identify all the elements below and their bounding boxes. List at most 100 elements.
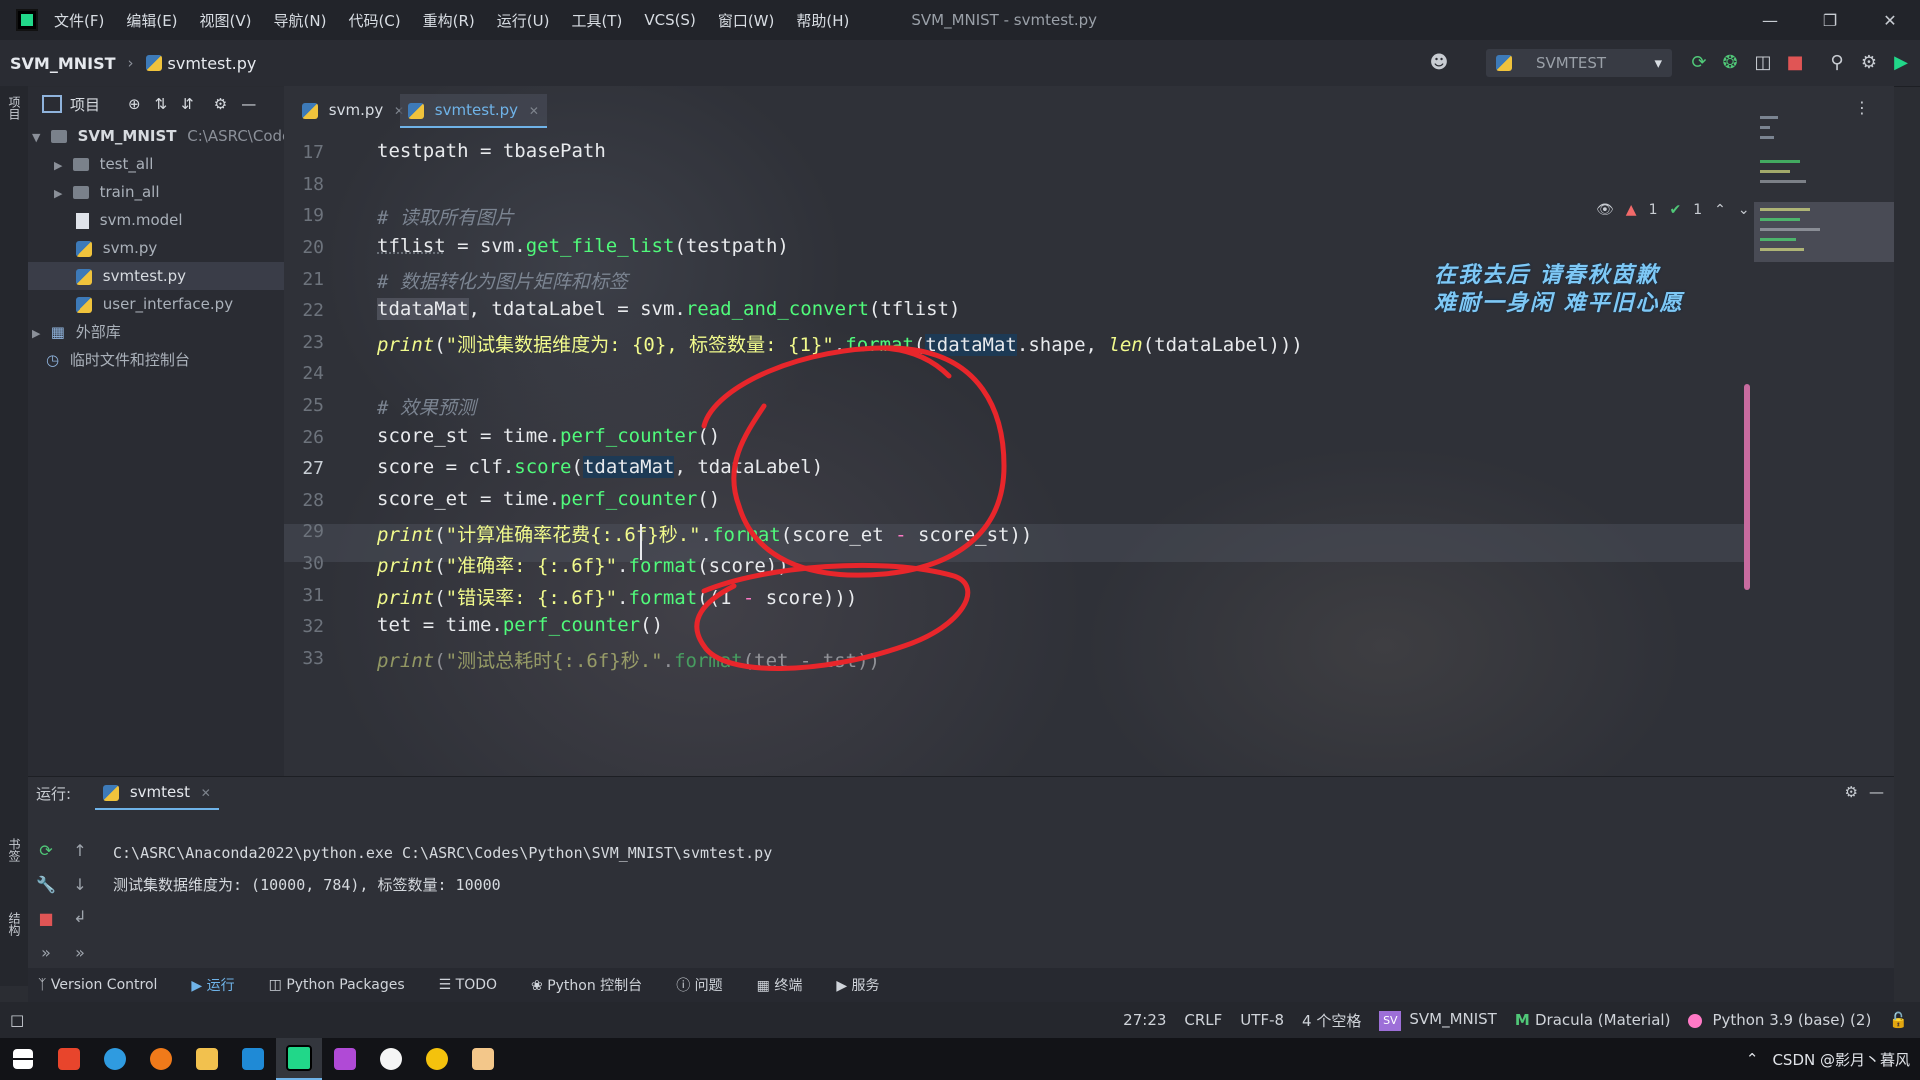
toggle-tool-windows-icon[interactable]: □ — [10, 1011, 24, 1029]
browser-icon[interactable] — [92, 1038, 138, 1080]
chrome-icon[interactable] — [414, 1038, 460, 1080]
project-tool-button[interactable]: 项目 — [6, 96, 23, 120]
inspection-widget[interactable]: 👁 ▲ 1 ✔ 1 ⌃ ⌄ — [1596, 202, 1750, 218]
rerun-icon[interactable]: ⟳ — [36, 841, 56, 861]
menu-view[interactable]: 视图(V) — [200, 10, 252, 31]
toolwindow-problems[interactable]: ⓘ 问题 — [676, 975, 722, 995]
user-icon[interactable]: ☻ — [1428, 52, 1450, 74]
tree-item-user-interface-py[interactable]: user_interface.py — [76, 290, 233, 318]
breadcrumb-file[interactable]: svmtest.py — [168, 54, 257, 73]
theme-widget[interactable]: M Dracula (Material) — [1515, 1011, 1671, 1029]
file-encoding[interactable]: UTF-8 — [1240, 1011, 1284, 1029]
rerun-icon[interactable]: ⟳ — [1688, 52, 1710, 74]
menu-run[interactable]: 运行(U) — [497, 10, 550, 31]
qq-icon[interactable] — [368, 1038, 414, 1080]
toolwindow-todo[interactable]: ☰ TODO — [439, 977, 497, 993]
tree-item-svm-py[interactable]: svm.py — [76, 234, 157, 262]
lock-icon[interactable]: 🔓 — [1889, 1011, 1908, 1029]
search-icon[interactable]: ⚲ — [1826, 52, 1848, 74]
vscode-icon[interactable] — [230, 1038, 276, 1080]
xmind-icon[interactable] — [46, 1038, 92, 1080]
soft-wrap-icon[interactable]: ↲ — [70, 907, 90, 927]
restore-button[interactable]: ❐ — [1800, 0, 1860, 40]
vertical-scrollbar[interactable] — [1744, 384, 1750, 590]
run-config-dropdown[interactable]: SVMTEST ▾ — [1486, 49, 1672, 77]
hide-panel-icon[interactable]: — — [241, 95, 256, 113]
menu-tools[interactable]: 工具(T) — [571, 10, 622, 31]
jetbrains-icon[interactable] — [322, 1038, 368, 1080]
tree-item-svm-model[interactable]: svm.model — [76, 206, 183, 234]
toolwindow-terminal[interactable]: ▦ 终端 — [757, 975, 803, 995]
reader-mode-icon[interactable]: 👁 — [1596, 202, 1614, 218]
menu-window[interactable]: 窗口(W) — [718, 10, 775, 31]
expand-all-icon[interactable]: ⇅ — [155, 95, 168, 113]
structure-tool-button[interactable]: 结构 — [6, 912, 23, 936]
menu-help[interactable]: 帮助(H) — [796, 10, 849, 31]
breadcrumb-project[interactable]: SVM_MNIST — [10, 54, 116, 73]
jetbrains-toolbox-icon[interactable]: ▶ — [1890, 52, 1912, 74]
code-editor[interactable]: svm.py ✕ svmtest.py ✕ ⋮ 17 18 19 20 21 2… — [284, 86, 1894, 776]
project-panel-title[interactable]: 项目 — [70, 94, 100, 115]
close-icon[interactable]: ✕ — [529, 104, 539, 118]
tree-item-test-all[interactable]: ▶ test_all — [54, 150, 153, 178]
more-icon[interactable]: » — [36, 943, 56, 963]
wrench-icon[interactable]: 🔧 — [36, 875, 56, 895]
interpreter-widget[interactable]: Python 3.9 (base) (2) — [1688, 1011, 1871, 1029]
pycharm-taskbar-icon[interactable] — [276, 1038, 322, 1080]
chevron-up-icon[interactable]: ⌃ — [1746, 1050, 1759, 1068]
firefox-icon[interactable] — [138, 1038, 184, 1080]
file-explorer-icon[interactable] — [184, 1038, 230, 1080]
menu-refactor[interactable]: 重构(R) — [423, 10, 475, 31]
editor-tab-bar: svm.py ✕ svmtest.py ✕ ⋮ — [284, 86, 1894, 128]
paint-icon[interactable] — [460, 1038, 506, 1080]
stop-icon[interactable]: ■ — [36, 909, 56, 929]
line-separator[interactable]: CRLF — [1184, 1011, 1222, 1029]
toolwindow-version-control[interactable]: ᛉ Version Control — [38, 977, 157, 993]
menu-navigate[interactable]: 导航(N) — [274, 10, 327, 31]
tree-item-svmtest-py[interactable]: svmtest.py — [28, 262, 284, 290]
tree-item-external-libs[interactable]: ▶ ▦ 外部库 — [32, 318, 121, 346]
close-icon[interactable]: ✕ — [201, 786, 211, 800]
collapse-all-icon[interactable]: ⇵ — [181, 95, 194, 113]
menu-code[interactable]: 代码(C) — [348, 10, 400, 31]
chevron-down-icon[interactable]: ⌄ — [1738, 202, 1750, 218]
run-tab-svmtest[interactable]: svmtest ✕ — [95, 776, 219, 810]
bookmarks-tool-button[interactable]: 书签 — [6, 838, 23, 862]
tree-item-label: svmtest.py — [102, 267, 187, 285]
gear-icon[interactable]: ⚙ — [1845, 783, 1858, 801]
debug-icon[interactable]: ❂ — [1719, 52, 1741, 74]
tree-item-scratches[interactable]: ◷ 临时文件和控制台 — [46, 346, 190, 374]
code-token: , tdataLabel = svm. — [468, 298, 686, 320]
menu-file[interactable]: 文件(F) — [54, 10, 104, 31]
gear-icon[interactable]: ⚙ — [214, 95, 227, 113]
code-minimap[interactable] — [1754, 116, 1894, 316]
hide-panel-icon[interactable]: — — [1869, 783, 1884, 801]
arrow-down-icon[interactable]: ↓ — [70, 875, 90, 895]
toolwindow-services[interactable]: ▶ 服务 — [836, 975, 879, 995]
tree-item-train-all[interactable]: ▶ train_all — [54, 178, 160, 206]
tab-svm-py[interactable]: svm.py ✕ — [294, 94, 412, 126]
pycharm-logo-icon[interactable] — [16, 9, 38, 31]
tree-root[interactable]: ▼ SVM_MNIST C:\ASRC\Codes — [28, 122, 299, 150]
more-icon[interactable]: » — [70, 943, 90, 963]
toolwindow-run[interactable]: ▶ 运行 — [191, 975, 234, 995]
menu-edit[interactable]: 编辑(E) — [126, 10, 177, 31]
toolwindow-python-console[interactable]: ❀ Python 控制台 — [531, 975, 642, 995]
project-widget[interactable]: SV SVM_MNIST — [1379, 1010, 1497, 1031]
indent-setting[interactable]: 4 个空格 — [1302, 1010, 1361, 1031]
gear-icon[interactable]: ⚙ — [1858, 52, 1880, 74]
menu-vcs[interactable]: VCS(S) — [644, 11, 695, 29]
locate-icon[interactable]: ⊕ — [128, 95, 141, 113]
chevron-up-icon[interactable]: ⌃ — [1714, 202, 1726, 218]
coverage-icon[interactable]: ◫ — [1752, 52, 1774, 74]
more-tabs-icon[interactable]: ⋮ — [1854, 98, 1870, 117]
arrow-up-icon[interactable]: ↑ — [70, 841, 90, 861]
tab-svmtest-py[interactable]: svmtest.py ✕ — [400, 94, 547, 128]
close-button[interactable]: ✕ — [1860, 0, 1920, 40]
windows-start-icon[interactable] — [0, 1038, 46, 1080]
code-token: (tdataLabel))) — [1142, 334, 1303, 356]
toolwindow-python-packages[interactable]: ◫ Python Packages — [269, 977, 405, 993]
stop-icon[interactable]: ■ — [1784, 52, 1806, 74]
minimize-button[interactable]: — — [1740, 0, 1800, 40]
caret-position[interactable]: 27:23 — [1123, 1011, 1166, 1029]
